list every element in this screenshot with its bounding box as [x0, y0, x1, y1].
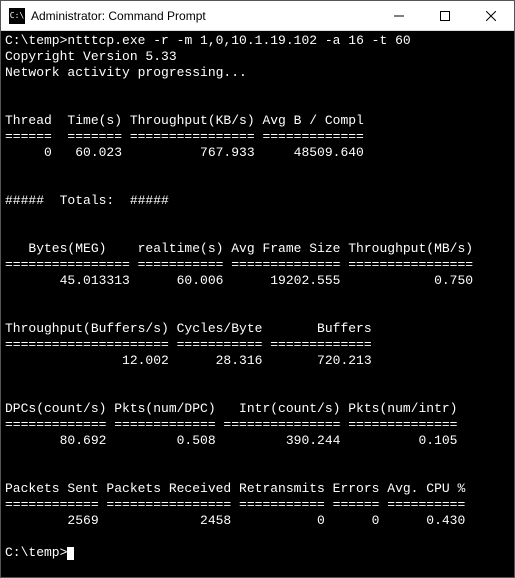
close-icon [486, 11, 496, 21]
close-button[interactable] [468, 1, 514, 30]
sect3-row: 12.002 28.316 720.213 [5, 353, 372, 368]
sect1-headers: Thread Time(s) Throughput(KB/s) Avg B / … [5, 113, 364, 128]
totals-label: ##### Totals: ##### [5, 193, 169, 208]
sect4-separator: ============= ============= ============… [5, 417, 457, 432]
terminal-output[interactable]: C:\temp>ntttcp.exe -r -m 1,0,10.1.19.102… [1, 31, 514, 577]
sect4-row: 80.692 0.508 390.244 0.105 [5, 433, 457, 448]
titlebar[interactable]: C:\ Administrator: Command Prompt [1, 1, 514, 31]
titlebar-controls [376, 1, 514, 30]
sect2-headers: Bytes(MEG) realtime(s) Avg Frame Size Th… [5, 241, 473, 256]
maximize-button[interactable] [422, 1, 468, 30]
sect2-row: 45.013313 60.006 19202.555 0.750 [5, 273, 473, 288]
minimize-button[interactable] [376, 1, 422, 30]
sect5-headers: Packets Sent Packets Received Retransmit… [5, 481, 465, 496]
copyright-line: Copyright Version 5.33 [5, 49, 177, 64]
command-text: ntttcp.exe -r -m 1,0,10.1.19.102 -a 16 -… [67, 33, 410, 48]
sect5-row: 2569 2458 0 0 0.430 [5, 513, 465, 528]
window-title: Administrator: Command Prompt [31, 9, 376, 23]
sect1-separator: ====== ======= ================ ========… [5, 129, 364, 144]
command-prompt-window: C:\ Administrator: Command Prompt C:\tem… [0, 0, 515, 578]
progress-line: Network activity progressing... [5, 65, 247, 80]
cmd-icon: C:\ [9, 8, 25, 24]
cursor [67, 547, 74, 560]
maximize-icon [440, 11, 450, 21]
sect3-headers: Throughput(Buffers/s) Cycles/Byte Buffer… [5, 321, 372, 336]
sect2-separator: ================ =========== ===========… [5, 257, 473, 272]
prompt: C:\temp> [5, 33, 67, 48]
sect4-headers: DPCs(count/s) Pkts(num/DPC) Intr(count/s… [5, 401, 457, 416]
minimize-icon [394, 11, 404, 21]
sect3-separator: ===================== =========== ======… [5, 337, 372, 352]
sect5-separator: ============ ================ ==========… [5, 497, 465, 512]
sect1-row: 0 60.023 767.933 48509.640 [5, 145, 364, 160]
prompt: C:\temp> [5, 545, 67, 560]
